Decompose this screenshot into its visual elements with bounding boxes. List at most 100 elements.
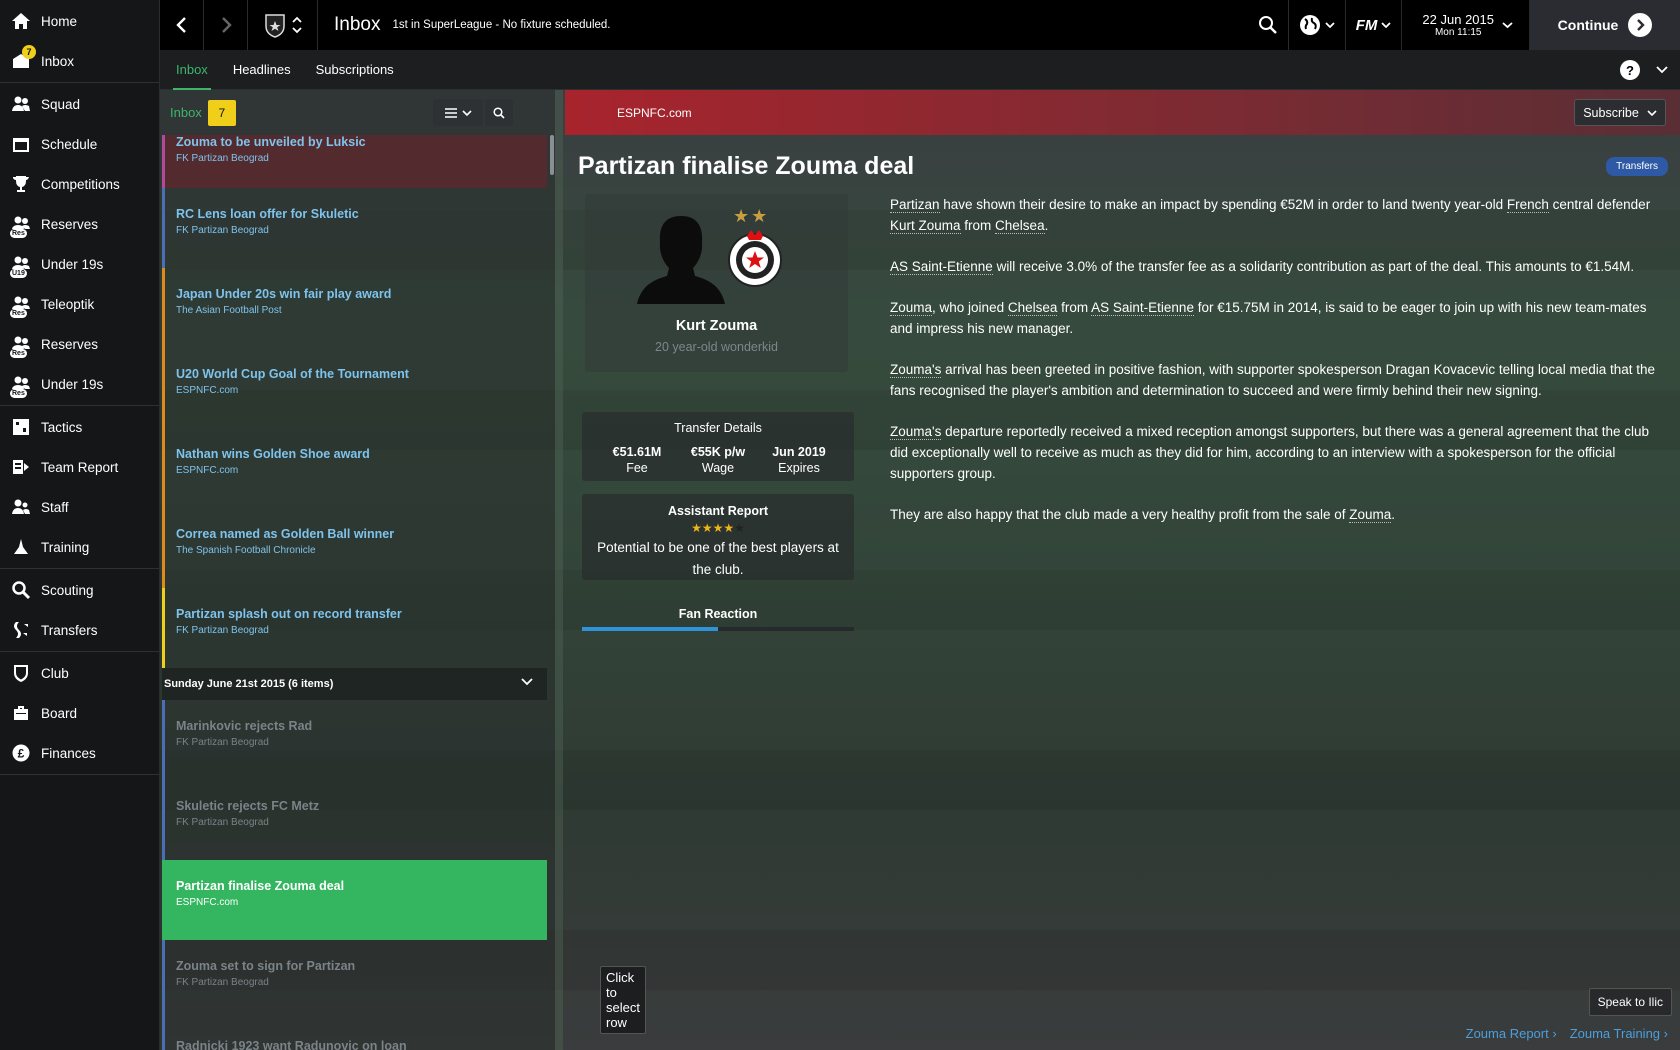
expires-value: Jun 2019 xyxy=(772,445,826,459)
fee-label: Fee xyxy=(626,461,648,475)
entity-link[interactable]: Zouma xyxy=(1349,507,1392,523)
date-display[interactable]: 22 Jun 2015 Mon 11:15 xyxy=(1401,0,1530,50)
sidebar-item-squad[interactable]: Squad xyxy=(0,84,159,124)
player-card[interactable]: ★★ Kurt Zouma 20 year-old wonderkid xyxy=(585,194,848,372)
subscribe-label: Subscribe xyxy=(1583,105,1639,120)
message-title: Japan Under 20s win fair play award xyxy=(176,287,392,301)
continue-button[interactable]: Continue xyxy=(1530,0,1680,50)
sidebar-item-home[interactable]: Home xyxy=(0,1,159,41)
inbox-message-row[interactable]: Radnicki 1923 want Radunovic on loanFK P… xyxy=(162,1020,547,1050)
sidebar-item-tactics[interactable]: Tactics xyxy=(0,407,159,447)
subscribe-button[interactable]: Subscribe xyxy=(1574,99,1666,126)
chevron-down-icon[interactable] xyxy=(1656,62,1668,76)
article-text: central defender xyxy=(1548,197,1651,212)
inbox-search-button[interactable] xyxy=(485,99,513,126)
current-time: Mon 11:15 xyxy=(1434,27,1482,38)
message-source: FK Partizan Beograd xyxy=(176,737,269,748)
entity-link[interactable]: Zouma xyxy=(890,300,933,316)
inbox-message-row[interactable]: Partizan finalise Zouma deal ESPNFC.com xyxy=(162,860,547,940)
forward-button[interactable] xyxy=(204,0,248,50)
day-group-header[interactable]: Sunday June 21st 2015 (6 items) xyxy=(162,668,547,700)
filter-menu-button[interactable] xyxy=(433,99,483,126)
message-source: FK Partizan Beograd xyxy=(176,817,269,828)
category-tag[interactable]: Transfers xyxy=(1606,157,1668,176)
inbox-message-row[interactable]: Marinkovic rejects Rad FK Partizan Beogra… xyxy=(162,700,547,780)
sidebar-item-inbox[interactable]: 7 Inbox xyxy=(0,41,159,81)
search-button[interactable] xyxy=(1248,0,1288,50)
inbox-message-row[interactable]: Partizan splash out on record transfer FK… xyxy=(162,588,547,668)
entity-link[interactable]: AS Saint-Etienne xyxy=(890,259,993,275)
speak-to-button[interactable]: Speak to Ilic xyxy=(1588,988,1672,1016)
entity-link[interactable]: Zouma's xyxy=(890,362,942,378)
entity-link[interactable]: Chelsea xyxy=(1007,300,1058,316)
team-tag: U19 xyxy=(10,269,27,278)
help-icon[interactable]: ? xyxy=(1620,60,1640,80)
inbox-message-row[interactable]: Correa named as Golden Ball winner The Sp… xyxy=(162,508,547,588)
world-menu-button[interactable] xyxy=(1287,0,1345,50)
sidebar-item-competitions[interactable]: Competitions xyxy=(0,164,159,204)
player-training-link[interactable]: Zouma Training › xyxy=(1570,1026,1668,1041)
transfer-expires: Jun 2019 Expires xyxy=(764,445,834,475)
list-scrollbar[interactable] xyxy=(550,135,554,175)
sidebar-item-teleoptik[interactable]: Res Teleoptik xyxy=(0,284,159,324)
inbox-message-row[interactable]: Zouma to be unveiled by Luksic FK Partiza… xyxy=(162,135,547,188)
player-name[interactable]: Kurt Zouma xyxy=(585,318,848,334)
sidebar-item-schedule[interactable]: Schedule xyxy=(0,124,159,164)
sidebar-item-scouting[interactable]: Scouting xyxy=(0,570,159,610)
tab-inbox[interactable]: Inbox xyxy=(167,50,217,90)
inbox-message-row[interactable]: RC Lens loan offer for Skuletic FK Partiz… xyxy=(162,188,547,268)
board-icon xyxy=(10,702,32,724)
chevron-right-icon: › xyxy=(1663,1026,1668,1041)
sidebar-item-under-19s[interactable]: U19 Under 19s xyxy=(0,244,159,284)
player-report-link[interactable]: Zouma Report › xyxy=(1466,1026,1557,1041)
source-banner: ESPNFC.com Subscribe xyxy=(565,90,1680,135)
chevron-right-icon xyxy=(221,17,232,33)
sidebar-item-club[interactable]: Club xyxy=(0,653,159,693)
crest-stars: ★★ xyxy=(733,206,770,226)
under19-icon: U19 xyxy=(10,253,32,278)
nav-group: Tactics Team Report Staff Training xyxy=(0,406,159,569)
squad-icon xyxy=(10,93,32,115)
entity-link[interactable]: Partizan xyxy=(890,197,940,213)
expires-label: Expires xyxy=(778,461,820,475)
entity-link[interactable]: French xyxy=(1506,197,1549,213)
sidebar-item-training[interactable]: Training xyxy=(0,527,159,567)
entity-link[interactable]: Chelsea xyxy=(995,218,1045,234)
sidebar-item-finances[interactable]: £ Finances xyxy=(0,733,159,773)
fan-reaction-label: Fan Reaction xyxy=(678,607,758,621)
fee-value: €51.61M xyxy=(612,445,662,459)
message-title: Partizan splash out on record transfer xyxy=(176,607,402,621)
entity-link[interactable]: AS Saint-Etienne xyxy=(1091,300,1194,316)
search-icon xyxy=(10,579,32,601)
reserves-icon: Res xyxy=(10,213,32,238)
inbox-message-row[interactable]: Skuletic rejects FC Metz FK Partizan Beog… xyxy=(162,780,547,860)
fm-menu-button[interactable]: FM xyxy=(1344,0,1402,50)
entity-link[interactable]: Kurt Zouma xyxy=(890,218,961,234)
sidebar-item-reserves[interactable]: Res Reserves xyxy=(0,204,159,244)
tab-subscriptions[interactable]: Subscriptions xyxy=(307,50,403,90)
sidebar-item-team-report[interactable]: Team Report xyxy=(0,447,159,487)
inbox-message-row[interactable]: Japan Under 20s win fair play award The A… xyxy=(162,268,547,348)
sidebar-item-board[interactable]: Board xyxy=(0,693,159,733)
back-button[interactable] xyxy=(160,0,204,50)
inbox-message-row[interactable]: Nathan wins Golden Shoe award ESPNFC.com xyxy=(162,428,547,508)
message-title: Radnicki 1923 want Radunovic on loan xyxy=(176,1039,407,1050)
sidebar-item-transfers[interactable]: Transfers xyxy=(0,610,159,650)
sidebar-item-label: Teleoptik xyxy=(41,296,95,312)
sidebar-item-staff[interactable]: Staff xyxy=(0,487,159,527)
message-source: The Spanish Football Chronicle xyxy=(176,545,316,556)
sidebar-item-under-19s[interactable]: Res Under 19s xyxy=(0,364,159,404)
search-icon xyxy=(493,106,505,119)
inbox-message-row[interactable]: U20 World Cup Goal of the Tournament ESPN… xyxy=(162,348,547,428)
club-switcher[interactable] xyxy=(248,0,318,50)
up-down-icon xyxy=(291,16,302,34)
sidebar-item-reserves[interactable]: Res Reserves xyxy=(0,324,159,364)
entity-link[interactable]: Zouma's xyxy=(890,424,942,440)
globe-icon xyxy=(1299,15,1320,35)
tab-headlines[interactable]: Headlines xyxy=(224,50,300,90)
message-title: RC Lens loan offer for Skuletic xyxy=(176,207,359,221)
inbox-message-row[interactable]: Zouma set to sign for Partizan FK Partiza… xyxy=(162,940,547,1020)
arrow-right-icon xyxy=(1628,13,1653,37)
panel-divider[interactable] xyxy=(555,90,563,1050)
article-paragraph: Partizan have shown their desire to make… xyxy=(890,194,1665,236)
